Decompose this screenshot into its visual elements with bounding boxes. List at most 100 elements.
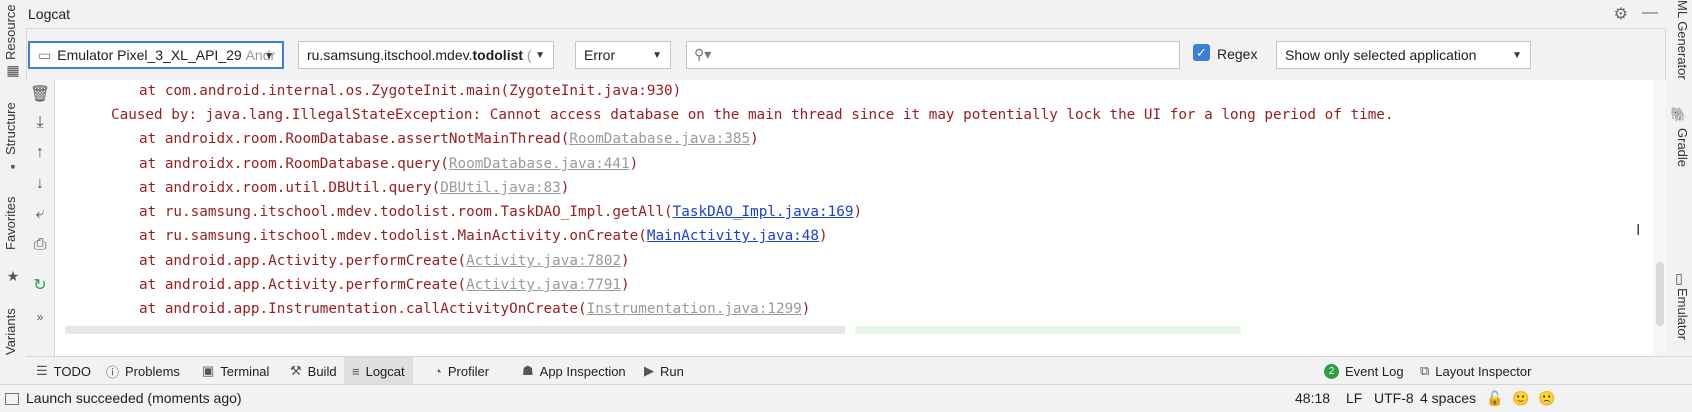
tab-build[interactable]: ⚒ Build (282, 357, 345, 385)
tab-terminal[interactable]: ▣ Terminal (194, 357, 277, 385)
structure-tab[interactable]: Structure (3, 102, 18, 155)
emulator-icon: ▯ (1675, 270, 1683, 286)
tab-profiler[interactable]: ◔ Profiler (426, 357, 497, 385)
device-icon: ▭ (38, 46, 52, 63)
log-line: at ru.samsung.itschool.mdev.todolist.Mai… (139, 228, 828, 244)
regex-checkbox[interactable]: ✓ (1193, 44, 1210, 61)
event-log-button[interactable]: 2 Event Log (1316, 357, 1412, 385)
build-variants-tab[interactable]: Variants (3, 308, 18, 355)
chevron-down-icon: ▼ (1512, 50, 1522, 61)
source-link[interactable]: DBUtil.java:83 (440, 180, 561, 196)
search-field[interactable] (721, 45, 1175, 67)
status-message: Launch succeeded (moments ago) (26, 390, 242, 406)
info-icon: ⓘ (106, 364, 120, 380)
resource-manager-icon: ▦ (6, 62, 20, 78)
source-link[interactable]: RoomDatabase.java:441 (449, 156, 630, 172)
log-output[interactable]: at com.android.internal.os.ZygoteInit.ma… (55, 80, 1653, 356)
layout-inspector-button[interactable]: ⧉ Layout Inspector (1412, 357, 1539, 385)
log-line: at android.app.Activity.performCreate(Ac… (139, 253, 630, 269)
left-tool-strip: Resource Manager ▦ Structure ▪ Favorites… (0, 0, 27, 356)
package-selector[interactable]: ru.samsung.itschool.mdev. todolist ( ▼ (298, 41, 554, 69)
log-line: at ru.samsung.itschool.mdev.todolist.roo… (139, 204, 863, 220)
log-line: at android.app.Instrumentation.callActiv… (139, 301, 811, 317)
chevron-down-icon: ▼ (652, 50, 662, 61)
sad-face-icon[interactable]: 🙁 (1538, 390, 1555, 407)
logcat-icon: ≡ (352, 363, 360, 379)
scrollbar-thumb[interactable] (1656, 262, 1664, 326)
log-level-value: Error (584, 47, 616, 63)
tab-run[interactable]: ▶ Run (636, 357, 692, 385)
source-link[interactable]: MainActivity.java:48 (647, 228, 819, 244)
favorites-tab[interactable]: Favorites (3, 197, 18, 250)
log-line: at android.app.Activity.performCreate(Ac… (139, 277, 630, 293)
gauge-icon: ◔ (434, 363, 442, 379)
package-suffix: ( (526, 47, 532, 63)
source-link[interactable]: RoomDatabase.java:385 (569, 131, 750, 147)
device-selector[interactable]: ▭ Emulator Pixel_3_XL_API_29 Andr ▼ (28, 41, 284, 69)
tab-todo[interactable]: ☰ TODO (28, 357, 99, 385)
source-link[interactable]: Instrumentation.java:1299 (587, 301, 802, 317)
logcat-toolbar: 🗑 ⤓ ↑ ↓ ⤶ ⎙ ↻ » (26, 80, 55, 356)
caret-position[interactable]: 48:18 (1295, 390, 1330, 406)
scroll-to-end-icon[interactable]: ⤓ (26, 114, 54, 132)
tab-logcat[interactable]: ≡ Logcat (344, 357, 413, 385)
gradle-tab[interactable]: Gradle (1675, 128, 1690, 167)
minimize-icon[interactable]: — (1642, 4, 1658, 24)
log-line-caused-by: Caused by: java.lang.IllegalStateExcepti… (111, 107, 1394, 123)
tab-problems[interactable]: ⓘ Problems (98, 357, 188, 385)
structure-icon: ▪ (10, 158, 16, 174)
gradle-icon: 🐘 (1670, 106, 1688, 122)
search-input[interactable]: ⚲▾ (686, 41, 1180, 69)
list-icon: ☰ (36, 363, 48, 378)
notification-strip (855, 326, 1241, 334)
panel-title: Logcat (28, 6, 71, 22)
tool-window-toggle-icon[interactable] (5, 393, 19, 405)
log-line: at androidx.room.RoomDatabase.query(Room… (139, 156, 639, 172)
gear-icon[interactable]: ⚙ (1614, 4, 1628, 24)
app-filter-selector[interactable]: Show only selected application ▼ (1276, 41, 1531, 69)
resource-manager-tab[interactable]: Resource Manager (3, 0, 18, 60)
log-line: at androidx.room.util.DBUtil.query(DBUti… (139, 180, 570, 196)
horizontal-scrollbar[interactable] (65, 326, 845, 334)
file-encoding[interactable]: UTF-8 (1374, 390, 1414, 406)
source-link[interactable]: Activity.java:7791 (466, 277, 621, 293)
search-icon: ⚲▾ (694, 46, 712, 62)
favorites-star-icon: ★ (6, 268, 20, 284)
chevron-down-icon: ▼ (535, 50, 545, 61)
event-log-badge: 2 (1324, 363, 1339, 379)
arrow-down-icon[interactable]: ↓ (26, 175, 54, 193)
ml-generator-tab[interactable]: ML Generator (1675, 0, 1690, 80)
source-link[interactable]: Activity.java:7802 (466, 253, 621, 269)
status-bar: Launch succeeded (moments ago) 48:18 LF … (0, 384, 1692, 412)
source-link[interactable]: TaskDAO_Impl.java:169 (673, 204, 854, 220)
soft-wrap-icon[interactable]: ⤶ (26, 205, 54, 223)
log-line: at com.android.internal.os.ZygoteInit.ma… (139, 83, 682, 99)
package-prefix: ru.samsung.itschool.mdev. (307, 47, 473, 63)
print-icon[interactable]: ⎙ (26, 236, 54, 254)
android-icon: ☗ (522, 363, 534, 378)
app-filter-value: Show only selected application (1285, 47, 1477, 63)
trash-icon[interactable]: 🗑 (26, 84, 54, 104)
device-name: Emulator Pixel_3_XL_API_29 (57, 47, 242, 63)
text-cursor-icon: I (1636, 222, 1641, 239)
indent-setting[interactable]: 4 spaces (1420, 390, 1476, 406)
regex-label: Regex (1217, 46, 1258, 62)
log-level-selector[interactable]: Error ▼ (575, 41, 671, 69)
hammer-icon: ⚒ (290, 363, 302, 378)
bottom-tool-bar: ☰ TODO ⓘ Problems ▣ Terminal ⚒ Build ≡ Logcat… (26, 356, 1692, 385)
arrow-up-icon[interactable]: ↑ (26, 144, 54, 162)
vertical-scrollbar[interactable] (1653, 80, 1666, 356)
tab-app-inspection[interactable]: ☗ App Inspection (514, 357, 634, 385)
chevron-down-icon: ▼ (264, 51, 274, 62)
package-name: todolist (472, 47, 524, 63)
right-tool-strip: ML Generator 🐘 Gradle ▯ Emulator (1665, 0, 1692, 356)
terminal-icon: ▣ (202, 363, 215, 378)
expand-more-icon[interactable]: » (26, 310, 54, 324)
restart-icon[interactable]: ↻ (26, 275, 54, 295)
happy-face-icon[interactable]: 🙂 (1512, 390, 1529, 407)
layout-inspector-icon: ⧉ (1420, 363, 1430, 378)
emulator-tab[interactable]: Emulator (1675, 288, 1690, 340)
line-separator[interactable]: LF (1346, 390, 1362, 406)
log-line: at androidx.room.RoomDatabase.assertNotM… (139, 131, 759, 147)
lock-icon[interactable]: 🔓 (1486, 390, 1503, 407)
